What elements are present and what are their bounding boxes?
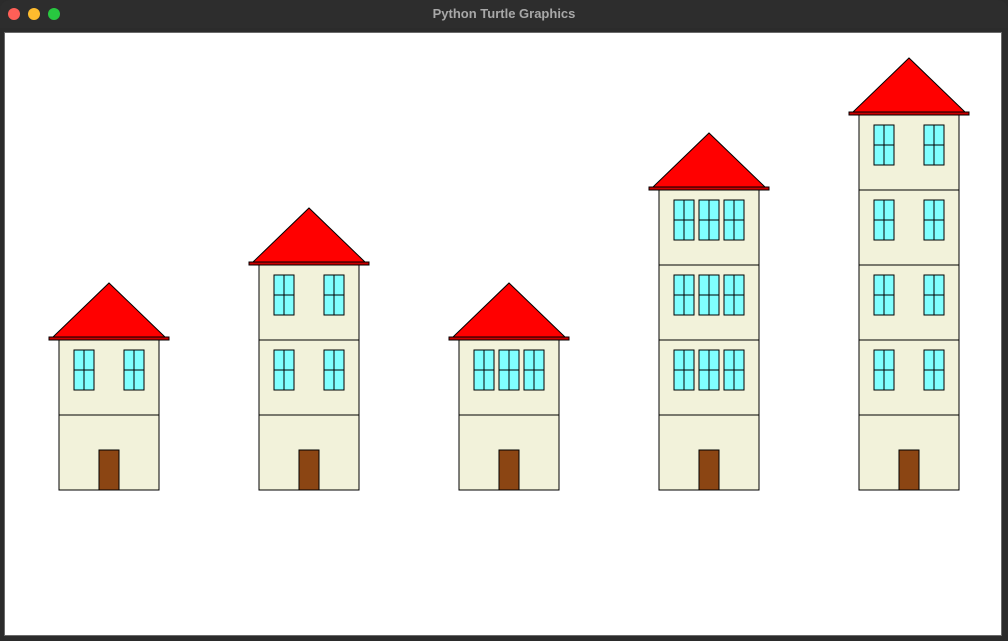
window	[273, 349, 295, 391]
house	[848, 57, 970, 491]
window	[723, 199, 745, 241]
door	[498, 449, 520, 491]
door	[898, 449, 920, 491]
house	[448, 282, 570, 491]
roof	[251, 207, 367, 263]
window	[873, 124, 895, 166]
window	[923, 274, 945, 316]
window	[673, 274, 695, 316]
door	[98, 449, 120, 491]
window	[323, 349, 345, 391]
window-title: Python Turtle Graphics	[432, 6, 576, 21]
window	[673, 199, 695, 241]
window	[923, 124, 945, 166]
roof	[651, 132, 767, 188]
window	[498, 349, 520, 391]
window	[873, 199, 895, 241]
window	[273, 274, 295, 316]
house	[248, 207, 370, 491]
window	[123, 349, 145, 391]
window	[523, 349, 545, 391]
window	[698, 274, 720, 316]
window	[873, 274, 895, 316]
house	[48, 282, 170, 491]
door	[298, 449, 320, 491]
window	[723, 274, 745, 316]
roof	[51, 282, 167, 338]
turtle-canvas[interactable]	[4, 32, 1002, 636]
window	[923, 349, 945, 391]
drawing-surface	[48, 57, 970, 491]
roof	[451, 282, 567, 338]
window	[923, 199, 945, 241]
turtle-window: Python Turtle Graphics	[0, 0, 1008, 641]
window	[323, 274, 345, 316]
window	[723, 349, 745, 391]
window	[873, 349, 895, 391]
house	[648, 132, 770, 491]
door	[698, 449, 720, 491]
window	[673, 349, 695, 391]
window	[698, 199, 720, 241]
title-bar[interactable]: Python Turtle Graphics	[0, 0, 1008, 28]
window	[473, 349, 495, 391]
window	[698, 349, 720, 391]
window	[73, 349, 95, 391]
roof	[851, 57, 967, 113]
